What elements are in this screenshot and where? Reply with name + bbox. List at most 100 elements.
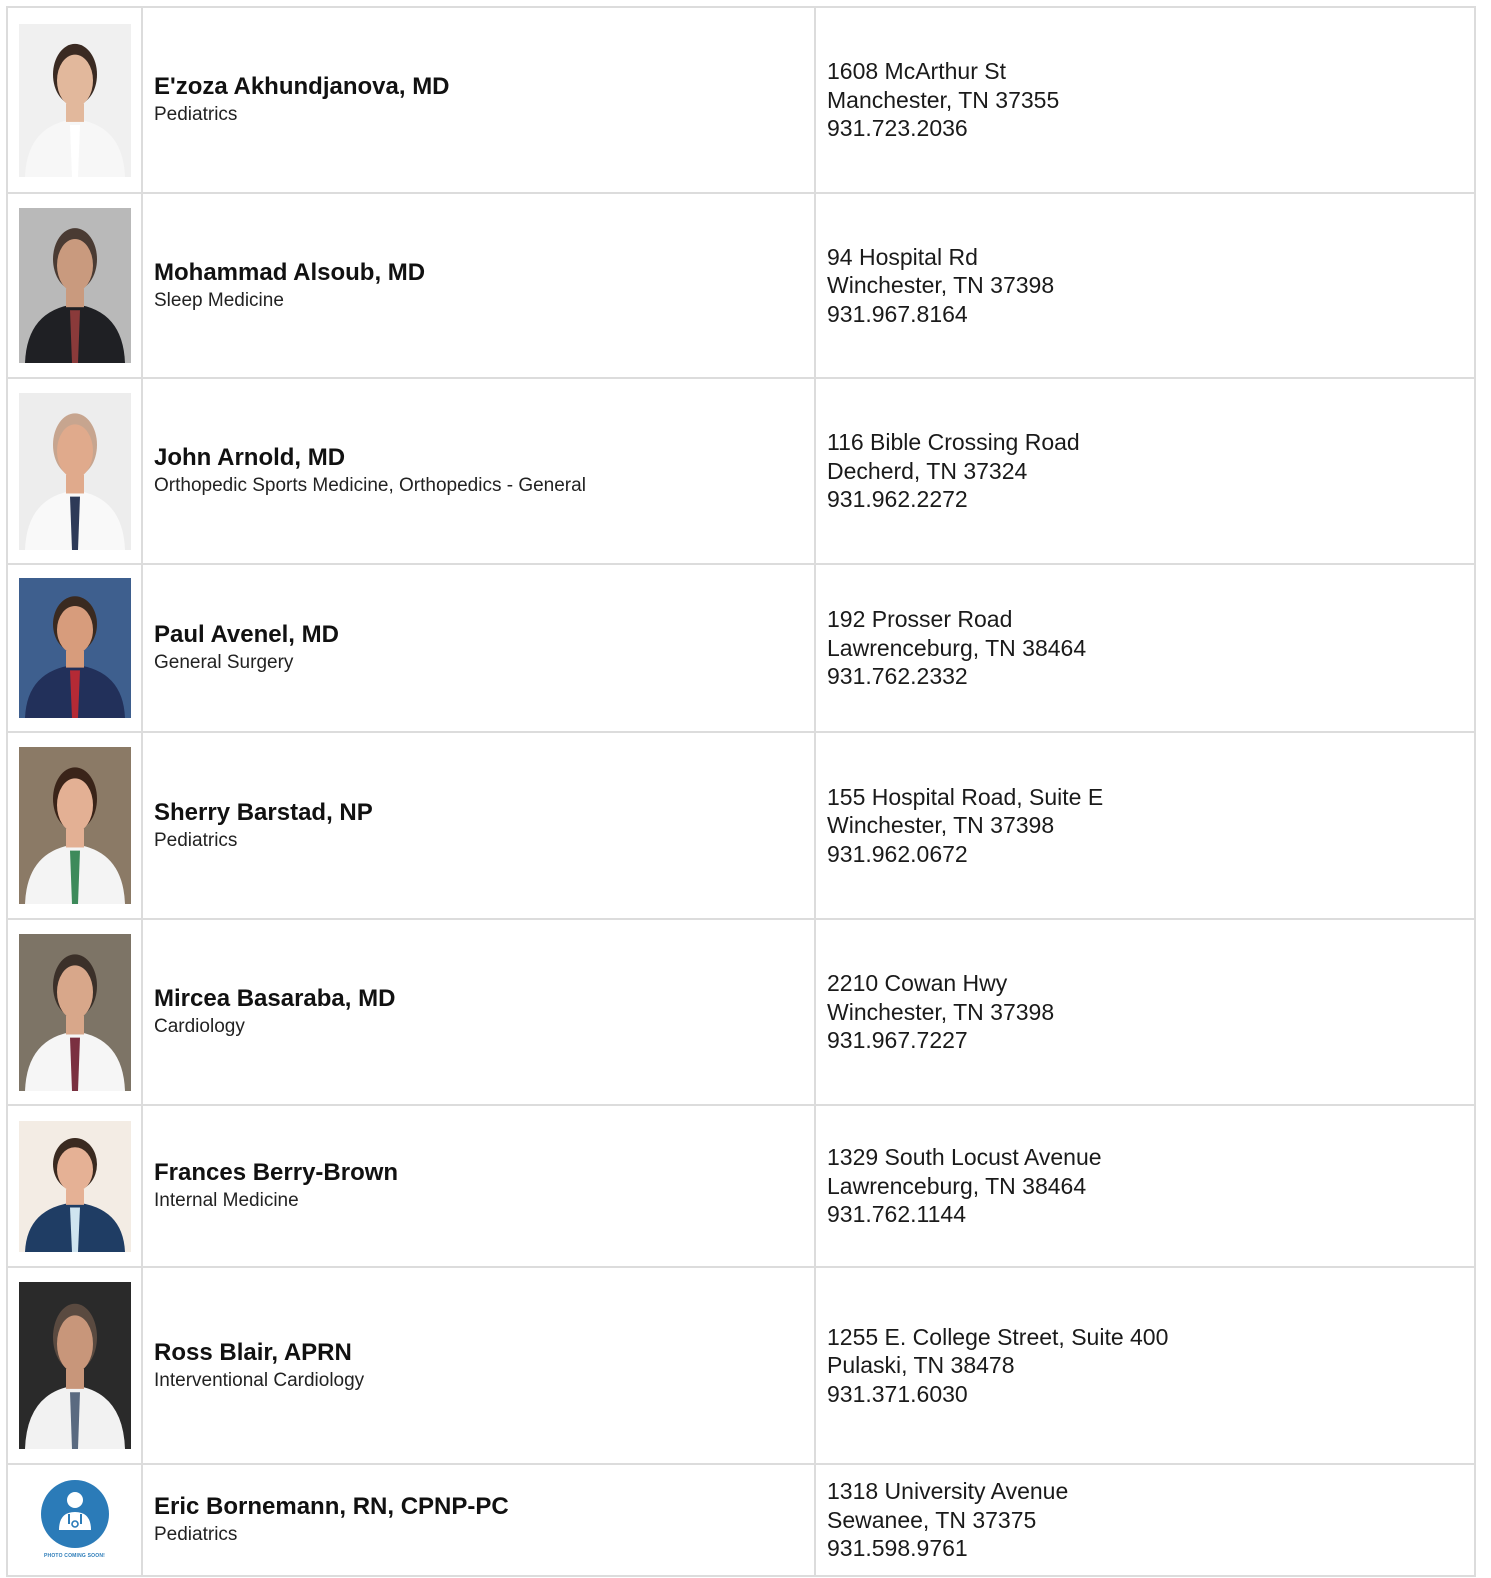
phone-number[interactable]: 931.962.2272 [827,485,1474,514]
provider-info-cell: Mircea Basaraba, MD Cardiology [141,918,816,1106]
provider-name[interactable]: Mohammad Alsoub, MD [154,258,814,288]
address-street: 1329 South Locust Avenue [827,1144,1102,1171]
provider-name[interactable]: Paul Avenel, MD [154,620,814,650]
provider-photo[interactable] [18,208,131,363]
photo-cell [6,192,143,379]
portrait-image [18,23,131,177]
portrait-image [18,933,131,1091]
provider-specialty: General Surgery [154,652,294,673]
provider-photo[interactable] [18,392,131,550]
table-row: Mohammad Alsoub, MD Sleep Medicine 94 Ho… [6,192,1476,379]
provider-specialty: Interventional Cardiology [154,1369,365,1391]
provider-address-cell: 1329 South Locust Avenue Lawrenceburg, T… [814,1104,1476,1268]
provider-address-cell: 155 Hospital Road, Suite E Winchester, T… [814,731,1476,920]
table-row: Mircea Basaraba, MD Cardiology 2210 Cowa… [6,918,1476,1106]
provider-photo[interactable] [18,933,131,1091]
phone-number[interactable]: 931.762.2332 [827,662,1474,691]
provider-photo[interactable] [18,578,131,718]
address-street: 116 Bible Crossing Road [827,429,1080,456]
provider-info-cell: Frances Berry-Brown Internal Medicine [141,1104,816,1268]
provider-info-cell: Eric Bornemann, RN, CPNP-PC Pediatrics [141,1463,816,1577]
portrait-image [18,578,131,718]
provider-address-cell: 1255 E. College Street, Suite 400 Pulask… [814,1266,1476,1465]
address-street: 1318 University Avenue [827,1478,1069,1505]
provider-specialty: Pediatrics [154,829,238,851]
table-row: John Arnold, MD Orthopedic Sports Medici… [6,377,1476,565]
provider-photo[interactable] [18,1120,131,1252]
photo-cell [6,1104,143,1268]
address-street: 192 Prosser Road [827,606,1013,633]
photo-coming-soon-caption: PHOTO COMING SOON! [43,1553,105,1559]
provider-name[interactable]: Eric Bornemann, RN, CPNP-PC [154,1492,814,1522]
phone-number[interactable]: 931.967.8164 [827,300,1474,329]
address-city: Winchester, TN 37398 [827,812,1055,839]
address-street: 94 Hospital Rd [827,243,978,270]
portrait-image [18,747,131,904]
doctor-placeholder-icon [40,1480,109,1548]
provider-specialty: Pediatrics [154,104,238,125]
provider-name[interactable]: E'zoza Akhundjanova, MD [154,72,814,102]
provider-info-cell: Mohammad Alsoub, MD Sleep Medicine [141,192,816,379]
provider-photo[interactable] [18,747,131,904]
provider-info-cell: Paul Avenel, MD General Surgery [141,563,816,733]
provider-specialty: Sleep Medicine [154,289,284,311]
provider-address-cell: 116 Bible Crossing Road Decherd, TN 3732… [814,377,1476,565]
provider-photo[interactable] [18,1282,131,1449]
address-street: 2210 Cowan Hwy [827,970,1008,997]
photo-placeholder: PHOTO COMING SOON! [19,1478,131,1562]
table-row: Sherry Barstad, NP Pediatrics 155 Hospit… [6,731,1476,920]
provider-specialty: Orthopedic Sports Medicine, Orthopedics … [154,475,586,496]
phone-number[interactable]: 931.762.1144 [827,1200,1474,1229]
photo-cell: PHOTO COMING SOON! [6,1463,143,1577]
table-row: Paul Avenel, MD General Surgery 192 Pros… [6,563,1476,733]
address-street: 155 Hospital Road, Suite E [827,783,1104,810]
provider-directory-table: E'zoza Akhundjanova, MD Pediatrics 1608 … [6,6,1476,1577]
address-street: 1255 E. College Street, Suite 400 [827,1323,1169,1350]
address-city: Lawrenceburg, TN 38464 [827,634,1087,661]
address-city: Winchester, TN 37398 [827,998,1055,1025]
provider-name[interactable]: Ross Blair, APRN [154,1338,814,1368]
provider-name[interactable]: Frances Berry-Brown [154,1158,814,1188]
provider-address-cell: 94 Hospital Rd Winchester, TN 37398 931.… [814,192,1476,379]
table-row: Frances Berry-Brown Internal Medicine 13… [6,1104,1476,1268]
address-city: Sewanee, TN 37375 [827,1506,1037,1533]
table-row: Ross Blair, APRN Interventional Cardiolo… [6,1266,1476,1465]
photo-cell [6,1266,143,1465]
provider-address-cell: 2210 Cowan Hwy Winchester, TN 37398 931.… [814,918,1476,1106]
photo-cell [6,6,143,194]
provider-specialty: Cardiology [154,1016,245,1037]
phone-number[interactable]: 931.598.9761 [827,1534,1474,1563]
photo-cell [6,563,143,733]
provider-specialty: Internal Medicine [154,1190,299,1211]
table-row: E'zoza Akhundjanova, MD Pediatrics 1608 … [6,6,1476,194]
address-city: Lawrenceburg, TN 38464 [827,1172,1087,1199]
provider-info-cell: Ross Blair, APRN Interventional Cardiolo… [141,1266,816,1465]
address-city: Winchester, TN 37398 [827,272,1055,299]
phone-number[interactable]: 931.371.6030 [827,1380,1474,1409]
provider-address-cell: 1608 McArthur St Manchester, TN 37355 93… [814,6,1476,194]
phone-number[interactable]: 931.962.0672 [827,840,1474,869]
provider-name[interactable]: Sherry Barstad, NP [154,798,814,828]
address-city: Manchester, TN 37355 [827,86,1060,113]
provider-name[interactable]: John Arnold, MD [154,443,814,473]
provider-address-cell: 192 Prosser Road Lawrenceburg, TN 38464 … [814,563,1476,733]
provider-info-cell: Sherry Barstad, NP Pediatrics [141,731,816,920]
provider-specialty: Pediatrics [154,1524,238,1545]
table-row: PHOTO COMING SOON! Eric Bornemann, RN, C… [6,1463,1476,1577]
photo-cell [6,377,143,565]
provider-address-cell: 1318 University Avenue Sewanee, TN 37375… [814,1463,1476,1577]
photo-cell [6,731,143,920]
provider-info-cell: E'zoza Akhundjanova, MD Pediatrics [141,6,816,194]
address-city: Pulaski, TN 38478 [827,1352,1015,1379]
phone-number[interactable]: 931.723.2036 [827,114,1474,143]
provider-name[interactable]: Mircea Basaraba, MD [154,984,814,1014]
phone-number[interactable]: 931.967.7227 [827,1026,1474,1055]
photo-cell [6,918,143,1106]
portrait-image [18,208,131,363]
address-city: Decherd, TN 37324 [827,457,1028,484]
portrait-image [18,1120,131,1252]
address-street: 1608 McArthur St [827,58,1006,85]
provider-photo[interactable] [18,23,131,177]
portrait-image [18,392,131,550]
portrait-image [18,1282,131,1449]
